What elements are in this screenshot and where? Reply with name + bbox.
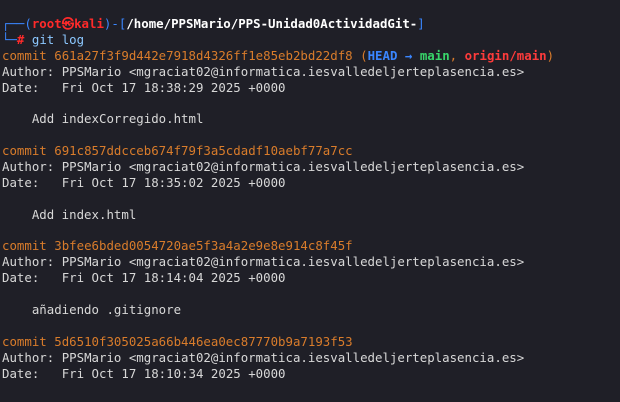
- prompt-path: /home/PPSMario/PPS-Unidad0ActividadGit-: [126, 16, 418, 31]
- date-value: Fri Oct 17 18:38:29 2025 +0000: [61, 79, 286, 95]
- date-value: Fri Oct 17 18:10:34 2025 +0000: [61, 365, 286, 381]
- author-label: Author:: [2, 159, 55, 175]
- author-label: Author:: [2, 349, 55, 365]
- commit-message: Add indexCorregido.html: [31, 111, 204, 127]
- author-label: Author:: [2, 254, 55, 270]
- commit-message: Add index.html: [31, 206, 137, 222]
- prompt-corner-bottom: └─: [2, 31, 17, 47]
- commit-line: commit 3bfee6bded0054720ae5f3a4a2e9e8e91…: [2, 238, 620, 254]
- prompt-path-end: ]: [417, 16, 425, 31]
- commit-line: commit 5d6510f305025a66b446ea0ec87770b9a…: [2, 334, 620, 350]
- commit-message-line: Add indexCorregido.html: [2, 111, 620, 127]
- prompt-hash: #: [16, 31, 25, 47]
- date-line: Date: Fri Oct 17 18:14:04 2025 +0000: [2, 270, 620, 286]
- author-value: PPSMario <mgraciat02@informatica.iesvall…: [61, 254, 525, 270]
- author-value: PPSMario <mgraciat02@informatica.iesvall…: [61, 349, 525, 365]
- author-label: Author:: [2, 63, 55, 79]
- commit-hash: 3bfee6bded0054720ae5f3a4a2e9e8e914c8f45f: [54, 238, 353, 254]
- ref-comma: ,: [449, 47, 465, 63]
- author-line: Author: PPSMario <mgraciat02@informatica…: [2, 350, 620, 366]
- command-line: └─# git log: [2, 32, 620, 48]
- commit-message: añadiendo .gitignore: [31, 302, 182, 318]
- refs-close: ): [546, 47, 555, 63]
- ref-origin-main: origin/main: [464, 47, 547, 63]
- commit-line: commit 661a27f3f9d442e7918d4326ff1e85eb2…: [2, 48, 620, 64]
- ref-arrow: →: [397, 47, 420, 63]
- date-label: Date:: [2, 270, 40, 286]
- ref-main: main: [419, 47, 450, 63]
- date-value: Fri Oct 17 18:14:04 2025 +0000: [61, 270, 286, 286]
- skull-icon: ㉿: [61, 16, 75, 31]
- commit-message-line: Add index.html: [2, 207, 620, 223]
- ref-head: HEAD: [367, 47, 398, 63]
- prompt-separator: )-[: [103, 16, 127, 31]
- date-line: Date: Fri Oct 17 18:10:34 2025 +0000: [2, 366, 620, 382]
- commit-message-line: añadiendo .gitignore: [2, 302, 620, 318]
- author-line: Author: PPSMario <mgraciat02@informatica…: [2, 64, 620, 80]
- prompt-user: root: [31, 16, 62, 31]
- author-line: Author: PPSMario <mgraciat02@informatica…: [2, 254, 620, 270]
- date-line: Date: Fri Oct 17 18:35:02 2025 +0000: [2, 175, 620, 191]
- commit-hash: 661a27f3f9d442e7918d4326ff1e85eb2bd22df8: [54, 47, 353, 63]
- prompt-host: kali: [74, 16, 104, 31]
- date-value: Fri Oct 17 18:35:02 2025 +0000: [61, 174, 286, 190]
- prompt-corner-top: ┌──(: [2, 16, 32, 31]
- prompt-line: ┌──(root㉿kali)-[/home/PPSMario/PPS-Unida…: [2, 16, 620, 32]
- commit-label: commit: [2, 143, 47, 159]
- refs-open: (: [360, 47, 368, 63]
- author-line: Author: PPSMario <mgraciat02@informatica…: [2, 159, 620, 175]
- commit-hash: 5d6510f305025a66b446ea0ec87770b9a7193f53: [54, 333, 353, 349]
- author-value: PPSMario <mgraciat02@informatica.iesvall…: [61, 159, 525, 175]
- command-text: git log: [31, 31, 85, 47]
- author-value: PPSMario <mgraciat02@informatica.iesvall…: [61, 63, 525, 79]
- commit-line: commit 691c857ddcceb674f79f3a5cdadf10aeb…: [2, 143, 620, 159]
- commit-hash: 691c857ddcceb674f79f3a5cdadf10aebf77a7cc: [54, 143, 353, 159]
- terminal-window[interactable]: ┌──(root㉿kali)-[/home/PPSMario/PPS-Unida…: [0, 0, 620, 402]
- date-label: Date:: [2, 365, 40, 381]
- commit-label: commit: [2, 333, 47, 349]
- date-line: Date: Fri Oct 17 18:38:29 2025 +0000: [2, 80, 620, 96]
- date-label: Date:: [2, 174, 40, 190]
- date-label: Date:: [2, 79, 40, 95]
- commit-label: commit: [2, 238, 47, 254]
- commit-label: commit: [2, 47, 47, 63]
